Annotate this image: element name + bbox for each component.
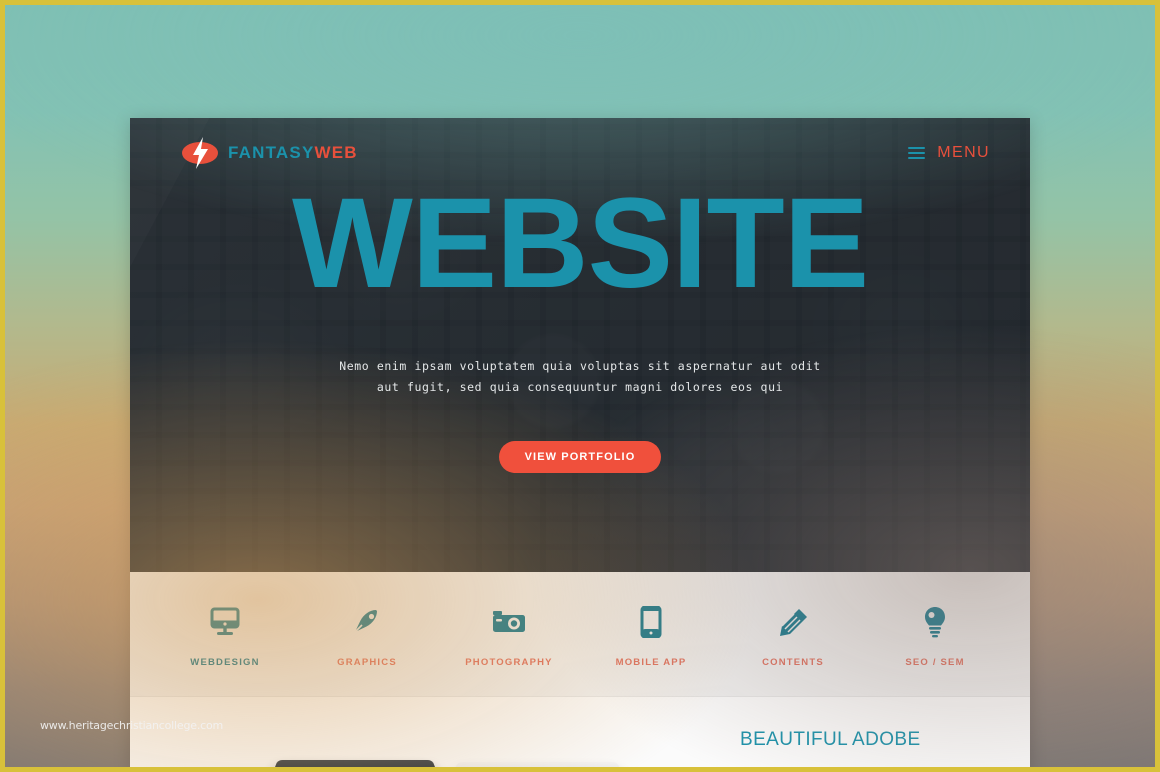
service-label-graphics: GRAPHICS [337, 656, 397, 668]
service-label-contents: CONTENTS [762, 656, 824, 668]
hero-headline: WEBSITE [291, 172, 869, 315]
hamburger-icon [908, 147, 926, 159]
service-label-mobile-app: MOBILE APP [615, 656, 687, 668]
hero-tagline: Nemo enim ipsam voluptatem quia voluptas… [130, 356, 1030, 399]
brand-logo[interactable]: FANTASYWEB [182, 137, 358, 169]
view-portfolio-button[interactable]: VIEW PORTFOLIO [498, 440, 662, 473]
screenshot-frame: FANTASYWEB MENU WEBSITE Nemo enim ipsam … [0, 0, 1160, 772]
menu-label: MENU [937, 144, 990, 161]
watermark-text: www.heritagechristiancollege.com [40, 719, 224, 732]
service-label-photography: PHOTOGRAPHY [465, 656, 553, 668]
services-bar: WEBDESIGN GRAPHICS PHOTOGRAPHY MOBILE AP… [130, 572, 1030, 697]
brand-name-first: FANTASY [228, 143, 315, 162]
service-item-webdesign[interactable]: WEBDESIGN [165, 601, 285, 668]
service-item-graphics[interactable]: GRAPHICS [307, 601, 427, 668]
bottom-section: BEAUTIFUL ADOBE [130, 697, 1030, 767]
bottom-section-title: BEAUTIFUL ADOBE [740, 729, 921, 750]
service-label-seo-sem: SEO / SEM [905, 656, 965, 668]
service-item-seo-sem[interactable]: SEO / SEM [875, 601, 995, 668]
site-header: FANTASYWEB MENU [130, 118, 1030, 169]
light-device-illustration [451, 761, 624, 767]
service-item-photography[interactable]: PHOTOGRAPHY [449, 601, 569, 668]
lightning-bolt-icon [182, 137, 218, 169]
service-item-mobile-app[interactable]: MOBILE APP [591, 601, 711, 668]
brand-name: FANTASYWEB [228, 143, 358, 163]
lightbulb-icon [875, 601, 995, 643]
hero-cta-wrapper: VIEW PORTFOLIO [130, 440, 1030, 473]
website-mockup-card: FANTASYWEB MENU WEBSITE Nemo enim ipsam … [130, 118, 1030, 767]
dark-device-illustration [271, 759, 439, 767]
menu-button[interactable]: MENU [908, 144, 990, 162]
page-backdrop: FANTASYWEB MENU WEBSITE Nemo enim ipsam … [5, 5, 1155, 767]
hero-tagline-line-1: Nemo enim ipsam voluptatem quia voluptas… [339, 359, 821, 373]
pen-nib-icon [307, 601, 427, 643]
monitor-icon [165, 601, 285, 643]
pencil-icon [733, 601, 853, 643]
camera-icon [449, 601, 569, 643]
hero-tagline-line-2: aut fugit, sed quia consequuntur magni d… [376, 380, 784, 395]
mobile-icon [591, 601, 711, 643]
hero-section: FANTASYWEB MENU WEBSITE Nemo enim ipsam … [130, 118, 1030, 572]
service-label-webdesign: WEBDESIGN [190, 656, 260, 668]
service-item-contents[interactable]: CONTENTS [733, 601, 853, 668]
brand-name-second: WEB [314, 143, 358, 162]
